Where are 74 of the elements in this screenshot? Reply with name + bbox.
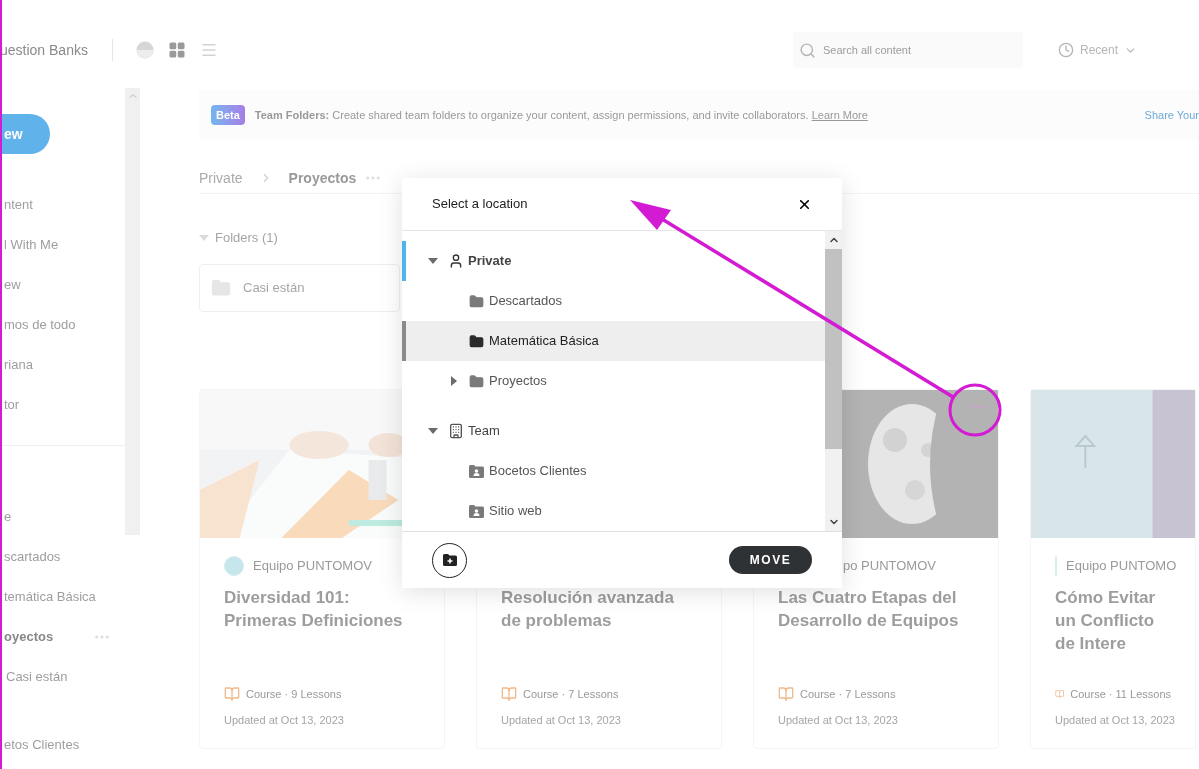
- author-name: Equipo PUNTOMOV: [253, 557, 372, 576]
- caret-right-icon[interactable]: [449, 376, 459, 386]
- location-label: Matemática Básica: [489, 332, 599, 351]
- author-name: po PUNTOMOV: [843, 557, 936, 576]
- sidebar-folder[interactable]: Casi están: [0, 657, 125, 697]
- updated-date: Updated at Oct 13, 2023: [224, 712, 345, 728]
- sidebar-folder[interactable]: oyectos: [0, 617, 125, 657]
- learn-more-link[interactable]: Learn More: [811, 108, 868, 121]
- sidebar-item[interactable]: ew: [0, 265, 125, 305]
- beta-badge: Beta: [211, 105, 245, 125]
- list-view-icon[interactable]: [199, 41, 218, 59]
- location-label: Bocetos Clientes: [489, 462, 587, 481]
- dialog-title: Select a location: [432, 195, 528, 214]
- course-card[interactable]: Equipo PUNTOMOV Diversidad 101: Primeras Definiciones Course · 9 Lessons Updated at Oct 13, 2023: [199, 389, 445, 749]
- sidebar-folder[interactable]: temática Básica: [0, 577, 125, 617]
- sidebar-item[interactable]: mos de todo: [0, 305, 125, 345]
- caret-down-icon[interactable]: [428, 256, 438, 266]
- breadcrumb-item[interactable]: Proyectos: [288, 167, 357, 189]
- author-name: Equipo PUNTOMO: [1066, 557, 1177, 576]
- location-label: Sitio web: [489, 502, 542, 521]
- sidebar-folder[interactable]: e: [0, 497, 125, 537]
- grid-view-icon[interactable]: [167, 41, 186, 59]
- updated-date: Updated at Oct 13, 2023: [778, 712, 899, 728]
- sidebar-item[interactable]: l With Me: [0, 225, 125, 265]
- folder-plus-icon: [442, 554, 457, 566]
- course-meta: Course · 7 Lessons: [800, 687, 896, 702]
- course-card[interactable]: Equipo PUNTOMO Cómo Evitar un Conflicto de Intere Course · 11 Lessons Updated at Oct 13, 2023: [1030, 389, 1196, 749]
- sort-dropdown[interactable]: Recent: [1057, 41, 1137, 59]
- sidebar-folder[interactable]: scartados: [0, 537, 125, 577]
- search-icon: [798, 42, 816, 59]
- course-meta: Course · 7 Lessons: [523, 687, 619, 702]
- shared-folder-icon: [469, 464, 484, 478]
- shared-folder-icon: [469, 504, 484, 518]
- course-meta: Course · 11 Lessons: [1070, 687, 1171, 702]
- book-icon: [778, 686, 794, 703]
- book-icon: [224, 686, 240, 703]
- scroll-thumb[interactable]: [825, 249, 842, 449]
- course-title[interactable]: Diversidad 101: Primeras Definiciones: [224, 586, 420, 632]
- folder-card[interactable]: Casi están: [199, 264, 400, 312]
- course-meta: Course · 9 Lessons: [246, 687, 342, 702]
- clock-icon: [1057, 42, 1074, 58]
- sidebar-item[interactable]: tor: [0, 385, 125, 425]
- building-icon: [448, 423, 464, 439]
- search-field[interactable]: Search all content: [792, 32, 1023, 68]
- course-title[interactable]: Cómo Evitar un Conflicto de Intere: [1055, 586, 1171, 655]
- sidebar-folder[interactable]: etos Clientes: [0, 725, 125, 765]
- section-heading: Folders (1): [215, 229, 278, 248]
- folder-icon: [469, 333, 484, 349]
- folder-icon: [469, 293, 484, 309]
- share-link[interactable]: Share Your: [1144, 106, 1199, 124]
- banner-text: Team Folders: Create shared team folders to organize your content, assign permissions, and invite collaborators. Learn More: [254, 107, 868, 123]
- book-icon: [501, 686, 517, 703]
- location-label: Descartados: [489, 292, 562, 311]
- status-icon[interactable]: [135, 41, 154, 59]
- course-title[interactable]: Resolución avanzada de problemas: [501, 586, 697, 632]
- updated-date: Updated at Oct 13, 2023: [501, 712, 622, 728]
- folder-icon: [469, 373, 484, 389]
- scrollbar[interactable]: [825, 231, 842, 531]
- location-item[interactable]: Matemática Básica: [402, 321, 825, 361]
- new-button[interactable]: ew: [0, 114, 50, 154]
- highlight-circle: [948, 383, 1002, 437]
- person-icon: [448, 253, 464, 269]
- sidebar-item[interactable]: riana: [0, 345, 125, 385]
- course-title[interactable]: Las Cuatro Etapas del Desarrollo de Equipos: [778, 586, 974, 632]
- sidebar-item[interactable]: ntent: [0, 185, 125, 225]
- location-label: Team: [468, 422, 500, 441]
- breadcrumb-item[interactable]: Private: [199, 167, 243, 189]
- move-button[interactable]: MOVE: [729, 546, 812, 574]
- caret-down-icon[interactable]: [428, 426, 438, 436]
- folder-icon: [211, 278, 231, 298]
- location-label: Private: [468, 252, 512, 271]
- location-label: Proyectos: [489, 372, 547, 391]
- location-item[interactable]: Descartados: [402, 281, 825, 321]
- folder-name: Casi están: [243, 279, 305, 298]
